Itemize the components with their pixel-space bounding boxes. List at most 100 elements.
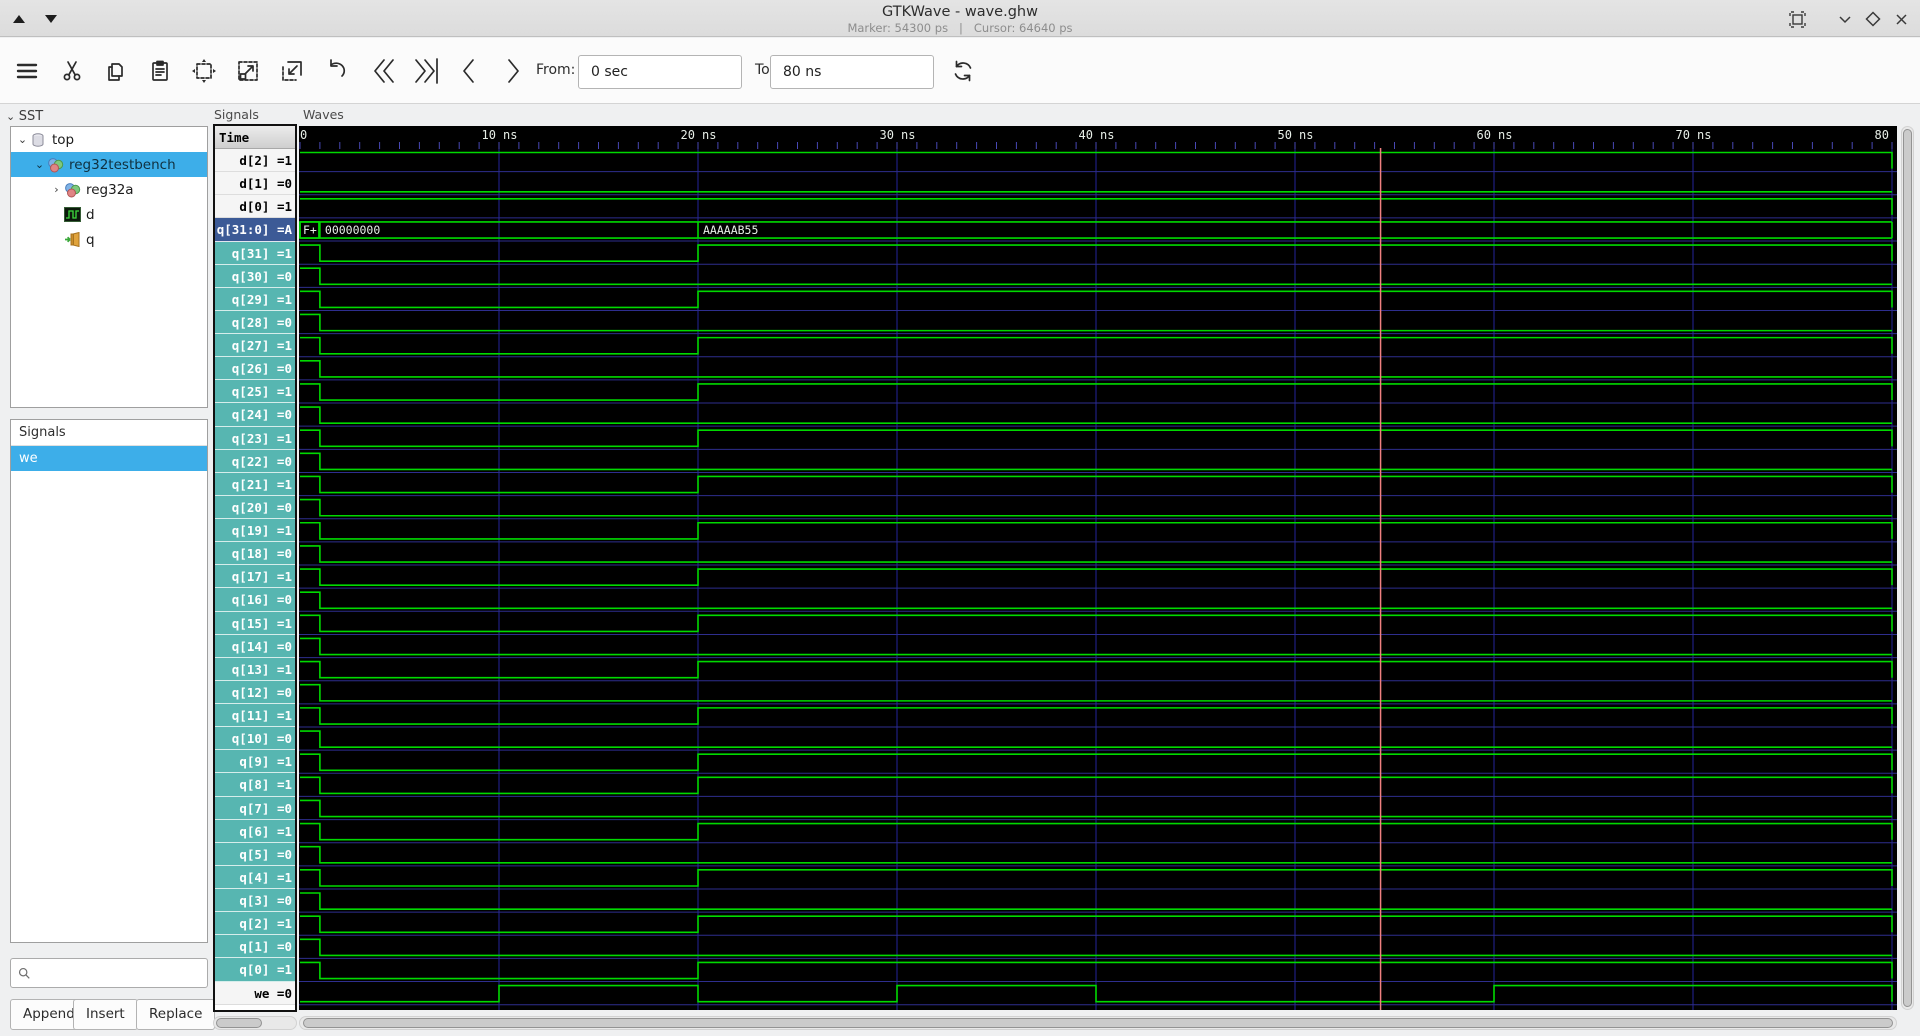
status-separator: | [959, 21, 963, 35]
tree-expander-icon[interactable]: ⌄ [32, 158, 47, 171]
port-icon [64, 231, 82, 248]
signal-name-row[interactable]: q[26] =0 [215, 357, 295, 381]
reload-button[interactable] [944, 52, 982, 90]
zoom-fit-button[interactable] [185, 52, 223, 90]
signal-name-row[interactable]: q[11] =1 [215, 704, 295, 728]
signal-name-row[interactable]: q[17] =1 [215, 565, 295, 589]
waves-horizontal-scrollbar[interactable] [299, 1016, 1897, 1030]
signal-name-row[interactable]: d[2] =1 [215, 149, 295, 173]
copy-icon [108, 63, 123, 81]
hierarchy-icon [64, 182, 82, 198]
menu-button[interactable] [8, 52, 46, 90]
time-tick-label: 40 [1079, 128, 1093, 142]
signal-name-row[interactable]: q[28] =0 [215, 310, 295, 334]
to-start-button[interactable] [366, 52, 404, 90]
signal-name-row[interactable]: q[0] =1 [215, 958, 295, 982]
signal-name-row[interactable]: q[14] =0 [215, 634, 295, 658]
paste-button[interactable] [141, 52, 179, 90]
tree-expander-icon[interactable]: ⌄ [15, 133, 30, 146]
sst-header[interactable]: ⌄ SST [6, 109, 43, 124]
tree-item-label: top [52, 131, 75, 148]
signal-name-row[interactable]: q[6] =1 [215, 819, 295, 843]
tree-item-top[interactable]: ⌄ top [11, 127, 207, 152]
signal-name-row[interactable]: q[31:0] =A [215, 218, 295, 242]
signal-name-row[interactable]: q[24] =0 [215, 403, 295, 427]
tree-item-reg32a[interactable]: › reg32a [11, 177, 207, 202]
signal-name-row[interactable]: q[23] =1 [215, 426, 295, 450]
tree-item-d[interactable]: d [11, 202, 207, 227]
signal-name-row[interactable]: q[4] =1 [215, 865, 295, 889]
search-result-we[interactable]: we [11, 446, 207, 471]
collapse-chevron-icon: ⌄ [6, 110, 19, 123]
signal-name-row[interactable]: q[19] =1 [215, 519, 295, 543]
signal-name-row[interactable]: q[16] =0 [215, 588, 295, 612]
signal-name-row[interactable]: d[0] =1 [215, 195, 295, 219]
wave-canvas[interactable]: 0 10 ns 20 ns 30 ns 40 ns 50 ns 60 ns 70 ns 80 ns F+ 00000… [299, 126, 1897, 1010]
signal-name-row[interactable]: q[31] =1 [215, 241, 295, 265]
paste-icon [152, 60, 168, 81]
minimize-icon [1839, 16, 1851, 24]
tree-item-reg32testbench[interactable]: ⌄ reg32testbench [11, 152, 207, 177]
signal-name-row[interactable]: q[21] =1 [215, 472, 295, 496]
names-horizontal-scrollbar[interactable] [213, 1016, 297, 1030]
prev-edge-button[interactable] [450, 52, 488, 90]
signal-name-row[interactable]: we =0 [215, 981, 295, 1005]
signal-name-row[interactable]: q[5] =0 [215, 842, 295, 866]
close-button[interactable] [1890, 8, 1912, 30]
time-tick-label: 0 [300, 128, 307, 142]
time-unit-label: ns [1697, 128, 1711, 142]
waves-vertical-scrollbar-thumb[interactable] [1903, 129, 1912, 1007]
to-end-button[interactable] [406, 52, 444, 90]
signal-name-row[interactable]: q[29] =1 [215, 287, 295, 311]
maximize-button[interactable] [1862, 8, 1884, 30]
signal-search-list: Signals we [10, 419, 208, 943]
signal-name-row[interactable]: q[12] =0 [215, 680, 295, 704]
signal-name-row[interactable]: q[18] =0 [215, 542, 295, 566]
fullscreen-button[interactable] [1786, 8, 1808, 30]
zoom-undo-button[interactable] [317, 52, 355, 90]
wave-icon [64, 206, 82, 223]
reload-icon [954, 60, 972, 82]
signal-name-row[interactable]: d[1] =0 [215, 172, 295, 196]
copy-button[interactable] [97, 52, 135, 90]
from-input[interactable] [578, 55, 742, 89]
sst-label: SST [18, 109, 44, 124]
signal-name-row[interactable]: q[25] =1 [215, 380, 295, 404]
hierarchy-icon [47, 157, 65, 173]
signal-name-row[interactable]: q[15] =1 [215, 611, 295, 635]
signal-name-row[interactable]: q[3] =0 [215, 889, 295, 913]
signal-name-row[interactable]: q[30] =0 [215, 264, 295, 288]
zoom-in-button[interactable] [229, 52, 267, 90]
insert-button[interactable]: Insert [73, 999, 138, 1030]
signal-name-row[interactable]: q[13] =1 [215, 657, 295, 681]
time-unit-label: ns [503, 128, 517, 142]
search-input[interactable] [31, 959, 207, 987]
tree-expander-icon[interactable]: › [49, 183, 64, 196]
next-edge-button[interactable] [494, 52, 532, 90]
signal-search-field[interactable] [10, 958, 208, 988]
signal-name-row[interactable]: q[22] =0 [215, 449, 295, 473]
zoom-out-button[interactable] [273, 52, 311, 90]
replace-button[interactable]: Replace [136, 999, 216, 1030]
cut-button[interactable] [53, 52, 91, 90]
signal-name-row[interactable]: q[8] =1 [215, 773, 295, 797]
names-horizontal-scrollbar-thumb[interactable] [216, 1018, 262, 1028]
minimize-button[interactable] [1834, 8, 1856, 30]
database-icon [30, 132, 48, 148]
waves-horizontal-scrollbar-thumb[interactable] [303, 1018, 1893, 1028]
time-tick-label: 30 [880, 128, 894, 142]
signal-name-row[interactable]: q[27] =1 [215, 334, 295, 358]
to-end-icon [415, 58, 438, 84]
to-input[interactable] [770, 55, 934, 89]
signal-name-row[interactable]: q[7] =0 [215, 796, 295, 820]
signal-name-row[interactable]: q[9] =1 [215, 750, 295, 774]
signals-list-header: Signals [11, 420, 207, 446]
signal-name-row[interactable]: q[1] =0 [215, 935, 295, 959]
signal-name-row[interactable]: q[2] =1 [215, 912, 295, 936]
waves-vertical-scrollbar[interactable] [1901, 126, 1914, 1010]
window-title: GTKWave - wave.ghw [882, 4, 1038, 20]
signal-name-row[interactable]: q[20] =0 [215, 495, 295, 519]
signal-name-row[interactable]: q[10] =0 [215, 727, 295, 751]
tree-item-q[interactable]: q [11, 227, 207, 252]
maximize-icon [1865, 11, 1881, 27]
